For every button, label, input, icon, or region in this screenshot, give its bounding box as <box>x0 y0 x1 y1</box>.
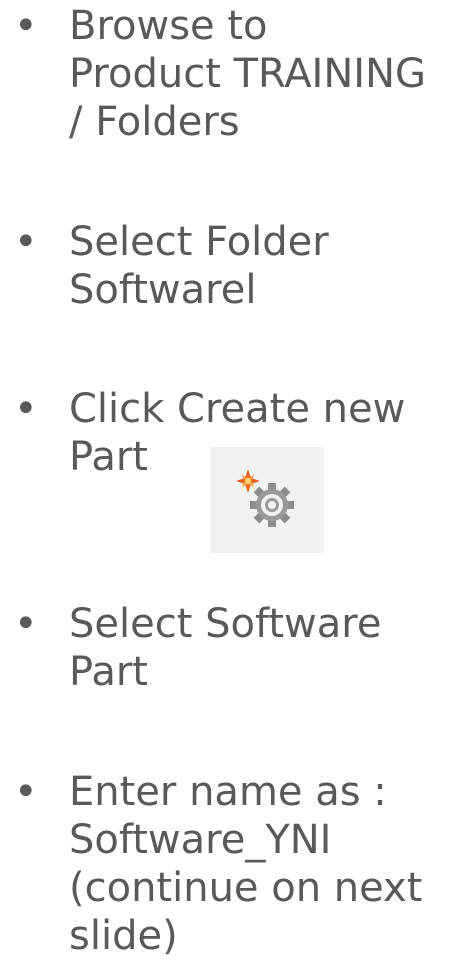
bullet-line: Browse to <box>69 3 268 49</box>
bullet-marker: • <box>14 3 38 49</box>
bullet-line: Select Folder <box>69 219 329 265</box>
bullet-line: (continue on next <box>69 865 423 911</box>
create-new-part-icon <box>236 469 294 527</box>
bullet-line: Softwarel <box>69 267 257 313</box>
bullet-line: Product TRAINING <box>69 51 426 97</box>
bullet-line: Part <box>69 649 148 695</box>
bullet-line: Select Software <box>69 601 382 647</box>
bullet-text: Browse to Product TRAINING / Folders <box>69 2 426 146</box>
bullet-text: Enter name as : Software_YNI (continue o… <box>69 768 422 960</box>
bullet-marker: • <box>14 769 38 815</box>
slide: • Browse to Product TRAINING / Folders •… <box>0 0 469 973</box>
bullet-line: Click Create new <box>69 386 406 432</box>
bullet-line: Software_YNI <box>69 817 332 863</box>
bullet-text: Select Folder Softwarel <box>69 218 329 314</box>
bullet-marker: • <box>14 601 38 647</box>
create-new-part-button[interactable] <box>210 447 324 553</box>
bullet-marker: • <box>14 386 38 432</box>
bullet-line: / Folders <box>69 99 240 145</box>
bullet-marker: • <box>14 219 38 265</box>
bullet-text: Select Software Part <box>69 600 381 696</box>
bullet-line: Enter name as : <box>69 769 387 815</box>
bullet-line: slide) <box>69 913 178 959</box>
